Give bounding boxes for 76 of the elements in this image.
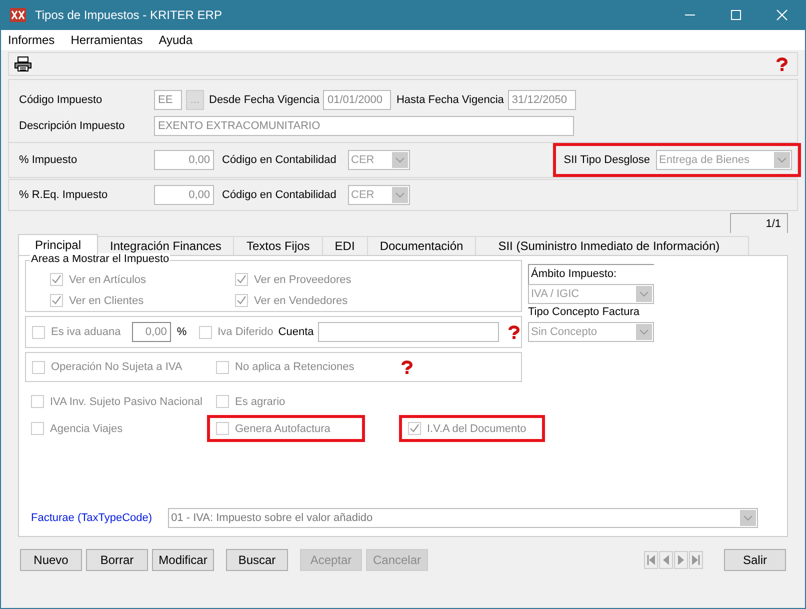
help-icon[interactable] [507,325,521,339]
breakdown-dropdown[interactable]: Entrega de Bienes [656,150,792,170]
group-title: Areas a Mostrar el Impuesto [30,253,170,265]
tab[interactable]: Textos Fijos [233,236,323,255]
previous-record-icon[interactable] [659,551,673,569]
checkbox[interactable]: Operación No Sujeta a IVA [32,358,216,376]
app-icon [9,7,27,23]
last-record-icon[interactable] [689,551,703,569]
date-field[interactable]: 31/12/2050 [508,90,576,110]
field-label: % R.Eq. Impuesto [19,189,109,201]
field-label: Cuenta [278,326,314,338]
chevron-icon [636,286,652,302]
checkbox[interactable]: Ver en Artículos [50,271,235,288]
scope-dropdown[interactable]: IVA / IGIC [528,284,654,304]
check-icon [236,295,247,306]
field-label: Código en Contabilidad [222,154,338,166]
percent-field[interactable]: 0,00 [132,322,171,342]
action-button[interactable]: Modificar [152,549,214,571]
percent-field[interactable]: 0,00 [154,150,214,170]
next-record-icon[interactable] [674,551,688,569]
code-field[interactable]: EE [154,90,182,110]
chevron-icon [392,152,408,168]
first-record-icon[interactable] [644,551,658,569]
field-label: Facturae (TaxTypeCode) [31,512,152,524]
action-button[interactable]: Nuevo [20,549,82,571]
checkbox[interactable]: No aplica a Retenciones [216,358,400,376]
chevron-icon [774,152,790,168]
checkbox[interactable]: Genera Autofactura [216,420,356,437]
account-field[interactable] [318,322,499,342]
checkbox[interactable]: Agencia Viajes [31,420,198,437]
account-dropdown[interactable]: CER [348,150,410,170]
checkbox[interactable]: Ver en Proveedores [235,271,435,288]
action-button[interactable]: Borrar [86,549,148,571]
field-label: SII Tipo Desglose [564,154,650,166]
menu-item[interactable]: Ayuda [158,33,194,47]
chevron-icon [392,187,408,203]
tax-type-dropdown[interactable]: 01 - IVA: Impuesto sobre el valor añadido [168,508,758,528]
help-icon[interactable] [400,360,414,374]
check-icon [236,274,247,285]
chevron-icon [636,324,652,340]
field-label: Descripción Impuesto [19,120,126,132]
chevron-icon [740,510,756,526]
close-icon[interactable] [776,9,788,21]
checkbox[interactable]: Ver en Clientes [50,292,235,309]
printer-icon[interactable] [14,56,32,72]
check-icon [51,274,62,285]
checkbox[interactable]: I.V.A del Documento [408,420,536,437]
field-label: Código en Contabilidad [222,189,338,201]
action-button[interactable]: Buscar [226,549,288,571]
menu-item[interactable]: Informes [7,33,56,47]
record-counter: 1/1 [730,213,788,233]
checkbox[interactable]: Iva Diferido [198,324,274,340]
field-label: Hasta Fecha Vigencia [396,94,504,106]
window-title: Tipos de Impuestos - KRITER ERP [35,8,222,22]
checkbox[interactable]: Es agrario [216,393,356,410]
field-label: Tipo Concepto Factura [528,306,640,318]
check-icon [51,295,62,306]
menu-item[interactable]: Herramientas [70,33,144,47]
unit-label: % [176,326,187,338]
tab[interactable]: Principal [18,234,98,255]
date-field[interactable]: 01/01/2000 [323,90,392,110]
tab[interactable]: SII (Suministro Inmediato de Información) [475,236,749,255]
percent-field[interactable]: 0,00 [154,185,214,205]
field-label: Código Impuesto [19,94,104,106]
checkbox[interactable]: Es iva aduana [32,324,132,340]
checkbox[interactable]: Ver en Vendedores [235,292,435,309]
concept-dropdown[interactable]: Sin Concepto [528,322,654,342]
maximize-icon[interactable] [730,9,742,21]
tab[interactable]: Integración Finances [97,236,234,255]
description-field[interactable]: EXENTO EXTRACOMUNITARIO [154,116,574,136]
account-dropdown[interactable]: CER [348,185,410,205]
field-label: % Impuesto [19,154,78,166]
help-icon[interactable] [775,57,789,71]
field-label: Desde Fecha Vigencia [209,94,320,106]
check-icon [409,423,420,434]
exit-button[interactable]: Salir [724,549,786,571]
